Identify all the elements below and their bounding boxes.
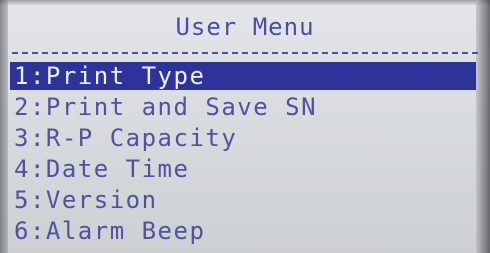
menu-item-label: 5:Version: [14, 186, 158, 214]
menu-title: User Menu: [175, 13, 315, 41]
menu-item-print-type[interactable]: 1:Print Type: [10, 62, 476, 90]
menu-item-version[interactable]: 5:Version: [0, 186, 490, 214]
screen-bezel-top: [0, 0, 490, 6]
user-menu-list: 1:Print Type 2:Print and Save SN 3:R-P C…: [0, 62, 490, 248]
lcd-screen: User Menu 1:Print Type 2:Print and Save …: [0, 0, 490, 253]
menu-item-label: 1:Print Type: [14, 62, 206, 90]
menu-item-r-p-capacity[interactable]: 3:R-P Capacity: [0, 124, 490, 152]
menu-item-label: 6:Alarm Beep: [14, 217, 206, 245]
menu-item-alarm-beep[interactable]: 6:Alarm Beep: [0, 217, 490, 245]
menu-item-label: 4:Date Time: [14, 155, 190, 183]
menu-item-label: 3:R-P Capacity: [14, 124, 238, 152]
menu-item-date-time[interactable]: 4:Date Time: [0, 155, 490, 183]
menu-item-label: 2:Print and Save SN: [14, 93, 318, 121]
menu-item-print-and-save-sn[interactable]: 2:Print and Save SN: [0, 93, 490, 121]
title-divider: [12, 52, 478, 54]
